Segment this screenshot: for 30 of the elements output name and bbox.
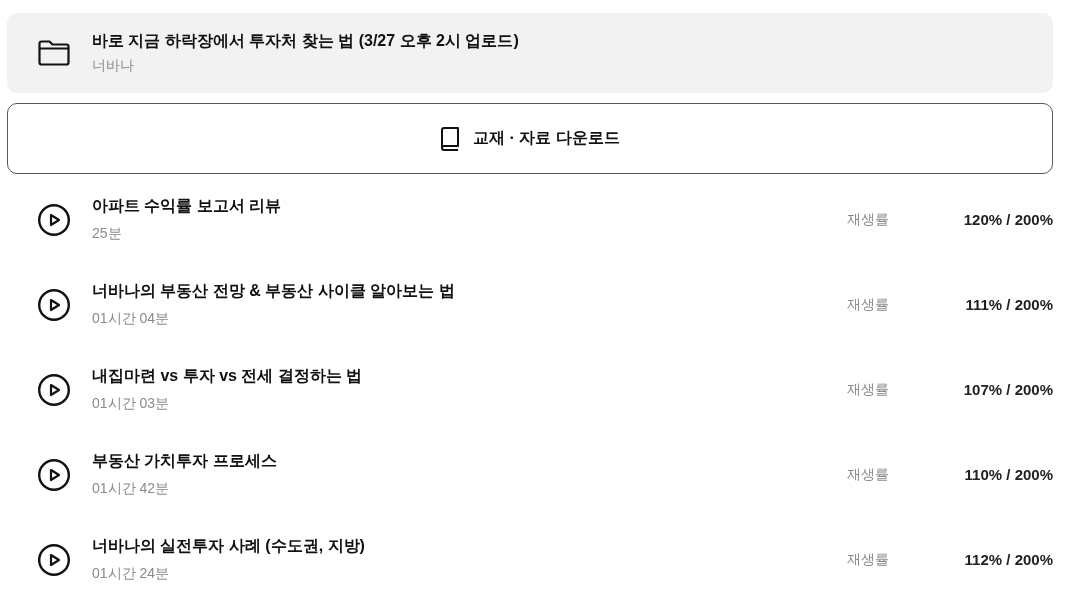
folder-icon <box>38 40 70 66</box>
folder-title: 바로 지금 하락장에서 투자처 찾는 법 (3/27 오후 2시 업로드) <box>92 30 519 51</box>
play-icon[interactable] <box>38 203 70 236</box>
lesson-title[interactable]: 부동산 가치투자 프로세스 <box>92 449 277 473</box>
lesson-duration: 01시간 42분 <box>92 479 170 498</box>
book-icon <box>440 126 461 151</box>
progress-label: 재생률 <box>847 295 889 314</box>
lesson-title[interactable]: 너바나의 실전투자 사례 (수도권, 지방) <box>92 534 365 558</box>
folder-author: 너바나 <box>92 55 134 75</box>
progress-value: 120% / 200% <box>963 211 1053 228</box>
lesson-duration: 25분 <box>92 224 122 243</box>
lesson-title[interactable]: 내집마련 vs 투자 vs 전세 결정하는 법 <box>92 364 363 388</box>
progress-label: 재생률 <box>847 380 889 399</box>
download-button[interactable]: 교재 · 자료 다운로드 <box>7 103 1053 174</box>
play-icon[interactable] <box>38 373 70 406</box>
progress-label: 재생률 <box>847 210 889 229</box>
progress-value: 112% / 200% <box>964 551 1053 568</box>
progress-label: 재생률 <box>847 550 889 569</box>
progress-value: 107% / 200% <box>963 381 1053 398</box>
progress-value: 110% / 200% <box>964 466 1053 483</box>
play-icon[interactable] <box>38 458 70 491</box>
play-icon[interactable] <box>38 543 70 576</box>
lesson-title[interactable]: 아파트 수익률 보고서 리뷰 <box>92 194 282 218</box>
lesson-title[interactable]: 너바나의 부동산 전망 & 부동산 사이클 알아보는 법 <box>92 279 455 303</box>
play-icon[interactable] <box>38 288 70 321</box>
lesson-duration: 01시간 24분 <box>92 564 170 583</box>
lesson-duration: 01시간 04분 <box>92 309 170 328</box>
lesson-duration: 01시간 03분 <box>92 394 170 413</box>
progress-value: 111% / 200% <box>965 296 1053 313</box>
progress-label: 재생률 <box>847 465 889 484</box>
